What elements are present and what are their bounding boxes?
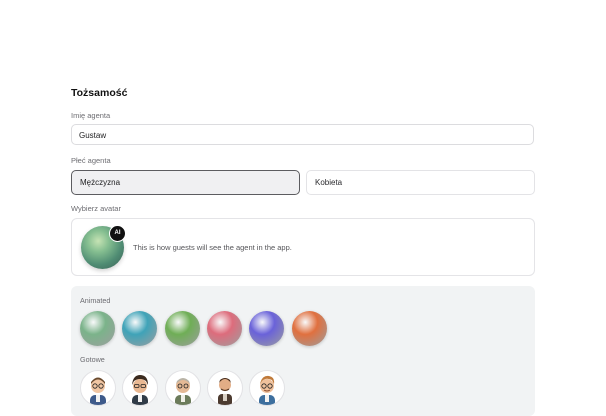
animated-avatar-violet[interactable] <box>249 311 284 346</box>
avatar-preview-card: AI This is how guests will see the agent… <box>71 218 535 276</box>
ready-avatar-1[interactable] <box>80 370 116 406</box>
animated-avatar-pink[interactable] <box>207 311 242 346</box>
ai-badge: AI <box>109 225 126 242</box>
section-title: Tożsamość <box>71 87 128 99</box>
avatar-description: This is how guests will see the agent in… <box>133 243 292 252</box>
gender-option-female[interactable]: Kobieta <box>306 170 535 195</box>
agent-gender-label: Płeć agenta <box>71 156 111 165</box>
agent-name-input[interactable]: Gustaw <box>71 124 534 145</box>
gender-option-male[interactable]: Mężczyzna <box>71 170 300 195</box>
avatar-label: Wybierz avatar <box>71 204 121 213</box>
animated-avatar-orange[interactable] <box>292 311 327 346</box>
ready-avatar-3[interactable] <box>165 370 201 406</box>
ready-avatar-5[interactable] <box>249 370 285 406</box>
animated-avatar-green[interactable] <box>80 311 115 346</box>
ready-avatar-4[interactable] <box>207 370 243 406</box>
avatar-picker-panel: Animated Gotowe <box>71 286 535 416</box>
animated-avatar-teal[interactable] <box>122 311 157 346</box>
ready-group-label: Gotowe <box>80 355 105 364</box>
agent-name-label: Imię agenta <box>71 111 111 120</box>
animated-avatar-lime[interactable] <box>165 311 200 346</box>
ready-avatar-2[interactable] <box>122 370 158 406</box>
animated-group-label: Animated <box>80 296 111 305</box>
